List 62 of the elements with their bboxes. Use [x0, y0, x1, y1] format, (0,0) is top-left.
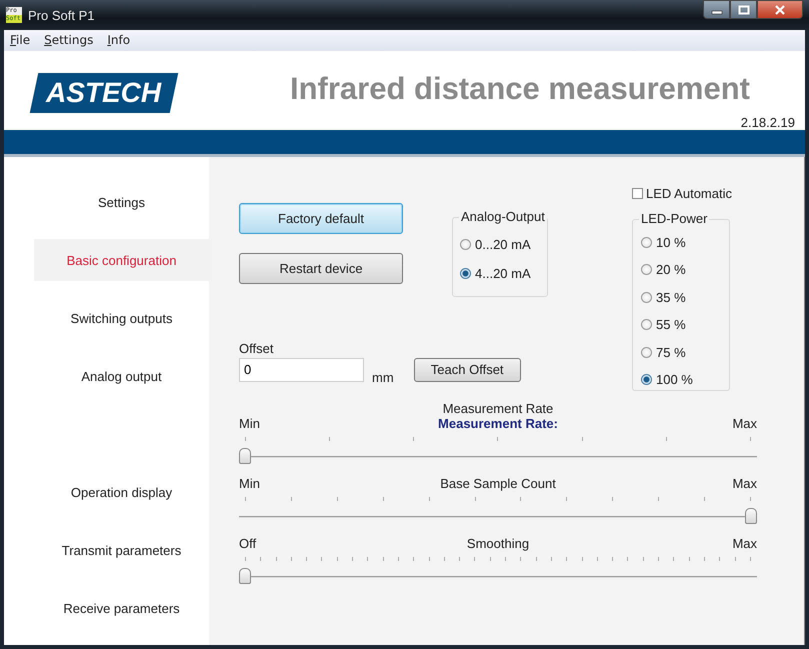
slider-thumb[interactable]: [239, 448, 251, 464]
radio-label: 35 %: [656, 290, 686, 304]
radio-option[interactable]: 4...20 mA: [460, 265, 547, 281]
minimize-button[interactable]: [703, 0, 730, 19]
slider-max-label: Max: [731, 416, 757, 431]
maximize-button[interactable]: [730, 0, 757, 19]
sidebar-item[interactable]: Settings: [34, 181, 209, 223]
radio-label: 20 %: [656, 262, 686, 277]
maximize-icon: [738, 4, 750, 14]
radio-label: 100 %: [656, 372, 693, 387]
radio-label: 75 %: [656, 344, 686, 360]
slider-min-label: Off: [239, 536, 258, 551]
radio-option[interactable]: 100 %: [641, 372, 729, 388]
window-title: Pro Soft P1: [28, 8, 94, 22]
group-title: LED-Power: [639, 211, 710, 226]
group-title: Analog-Output: [459, 209, 547, 224]
close-button[interactable]: [757, 0, 803, 19]
checkbox-label: LED Automatic: [646, 186, 732, 200]
slider-track[interactable]: [239, 506, 757, 526]
sidebar-item[interactable]: Receive parameters: [34, 587, 209, 629]
slider-title: Smoothing: [466, 536, 530, 551]
radio-option[interactable]: 10 %: [641, 234, 729, 250]
sidebar-item[interactable]: Basic configuration: [34, 239, 209, 281]
checkbox-option[interactable]: LED Automatic: [632, 185, 742, 201]
slider-max-label: Max: [731, 476, 757, 491]
radio-option[interactable]: 20 %: [641, 262, 729, 278]
slider-min-label: Min: [239, 416, 261, 431]
action-button[interactable]: Restart device: [239, 253, 403, 284]
logo: ASTECH: [30, 72, 178, 113]
radio-option[interactable]: 0...20 mA: [460, 236, 547, 252]
slider-value-label: Measurement Rate:: [438, 416, 558, 431]
sidebar-item[interactable]: Operation display: [34, 471, 209, 513]
sidebar-item[interactable]: Transmit parameters: [34, 529, 209, 571]
radio-label: 10 %: [656, 234, 686, 250]
checkbox[interactable]: [632, 188, 643, 198]
sidebar-item[interactable]: Switching outputs: [34, 297, 209, 339]
radio-option[interactable]: 75 %: [641, 344, 729, 360]
slider-min-label: Min: [239, 476, 261, 491]
radio-option[interactable]: 55 %: [641, 316, 729, 332]
unit-label: mm: [372, 370, 394, 384]
offset-field[interactable]: 0: [239, 358, 364, 382]
app-heading: Infrared distance measurement: [290, 70, 750, 107]
slider-title: Measurement Rate: [442, 401, 554, 416]
menu-item[interactable]: File: [10, 33, 30, 48]
slider-track[interactable]: [239, 446, 757, 466]
slider-max-label: Max: [731, 536, 757, 551]
radio-label: 4...20 mA: [475, 266, 531, 280]
radio-option[interactable]: 35 %: [641, 289, 729, 305]
slider-thumb[interactable]: [745, 508, 757, 524]
slider-thumb[interactable]: [239, 568, 251, 584]
slider-track[interactable]: [239, 566, 757, 586]
teach-offset-button[interactable]: Teach Offset: [414, 358, 521, 382]
action-button[interactable]: Factory default: [239, 203, 403, 234]
slider-title: Base Sample Count: [440, 476, 556, 491]
version-label: 2.18.2.19: [740, 114, 795, 130]
menu-item[interactable]: Settings: [44, 33, 94, 48]
radio-label: 55 %: [656, 317, 686, 332]
close-icon: [774, 4, 786, 14]
radio-label: 0...20 mA: [475, 236, 531, 252]
menu-item[interactable]: Info: [107, 33, 130, 48]
sidebar-item[interactable]: Analog output: [34, 355, 209, 397]
field-label: Offset: [239, 340, 274, 356]
